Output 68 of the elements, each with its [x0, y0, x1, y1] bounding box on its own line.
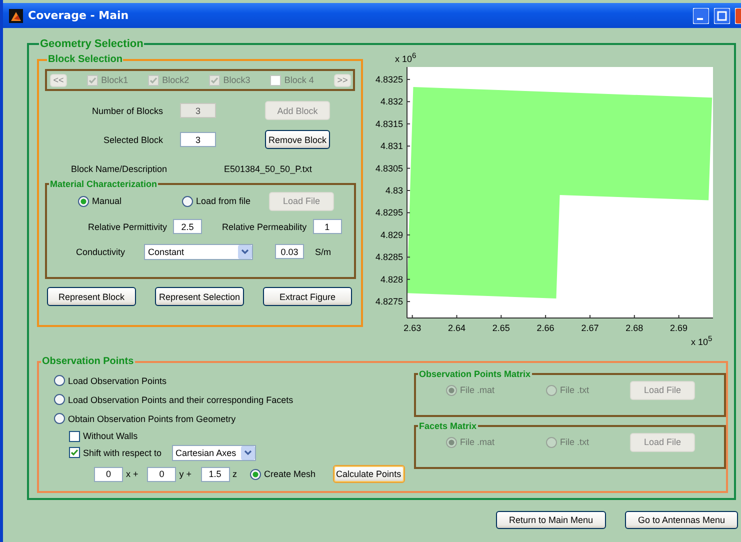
caret-icon [238, 244, 252, 258]
radio-button[interactable]: Load from file [182, 196, 269, 206]
radio-button[interactable]: Load Observation Points [54, 375, 167, 386]
close-button[interactable] [735, 8, 741, 24]
field-label: Conductivity [76, 246, 126, 256]
tick-label: 4.8285 [375, 252, 403, 262]
input-field[interactable]: 1.5 [200, 466, 230, 482]
tick-label: 4.832 [380, 96, 403, 107]
tick-label: 4.8295 [375, 208, 403, 218]
tick-label: 4.829 [380, 230, 403, 240]
panel-title: Geometry Selection [39, 38, 144, 50]
minimize-button[interactable] [693, 8, 709, 24]
maximize-button[interactable] [714, 8, 730, 24]
field-label: Relative Permittivity [88, 222, 168, 232]
app-icon [9, 8, 23, 22]
block-name: E501384_50_50_P.txt [224, 164, 312, 174]
tick-label: 2.65 [492, 323, 510, 333]
panel-title: Observation Points Matrix [418, 369, 532, 379]
input-field[interactable]: 0 [147, 466, 176, 482]
panel-title: Facets Matrix [418, 421, 478, 431]
tick-label: 2.66 [536, 323, 554, 333]
input-field[interactable]: 2.5 [173, 219, 202, 234]
field-label: y + [179, 469, 192, 479]
field-label: Number of Blocks [90, 106, 163, 116]
panel-title: Material Characterization [49, 179, 158, 189]
field-label: Block Name/Description [70, 164, 167, 174]
action-button[interactable]: Represent Selection [155, 287, 244, 306]
input-field[interactable]: 0.03 [275, 244, 304, 259]
menu-button[interactable]: Go to Antennas Menu [625, 511, 738, 529]
radio-button[interactable]: Load Observation Points and their corresponding Facets [54, 394, 294, 405]
radio-button[interactable]: Manual [78, 196, 182, 206]
field-label: x + [126, 469, 138, 479]
input-field[interactable]: 3 [180, 132, 216, 147]
action-button[interactable]: Extract Figure [263, 287, 352, 306]
tick-label: 2.64 [448, 323, 466, 333]
radio-button[interactable]: Create Mesh [250, 468, 316, 480]
axis-multiplier: x 10$^{6}$ [395, 51, 416, 64]
tick-label: 4.828 [380, 274, 403, 284]
radio-button[interactable]: Obtain Observation Points from Geometry [54, 413, 236, 424]
field-label: Selected Block [102, 134, 163, 144]
unit-label: S/m [315, 246, 332, 256]
tick-label: 2.67 [581, 323, 599, 333]
dropdown[interactable]: Constant [144, 244, 253, 260]
calculate-points-button[interactable]: Calculate Points [332, 465, 405, 483]
tick-label: 2.63 [404, 323, 422, 333]
tick-label: 4.83 [385, 186, 403, 196]
field-label: Relative Permeability [222, 222, 307, 232]
action-button[interactable]: Represent Block [47, 287, 136, 306]
axis-multiplier: x 10$^{5}$ [691, 334, 712, 347]
checkbox[interactable]: Shift with respect to [69, 447, 162, 458]
tick-label: 4.8275 [375, 296, 403, 307]
tick-label: 4.8305 [375, 163, 403, 174]
tick-label: 4.8325 [375, 74, 403, 84]
checkbox[interactable]: Without Walls [69, 430, 138, 442]
panel-title: Block Selection [47, 54, 124, 65]
tick-label: 2.69 [670, 323, 688, 333]
window-title: Coverage - Main [28, 9, 130, 22]
field-label: z [232, 469, 238, 479]
tick-label: 2.68 [626, 323, 644, 333]
menu-button[interactable]: Return to Main Menu [496, 511, 606, 529]
panel-title: Observation Points [41, 356, 135, 367]
tick-label: 4.8315 [375, 118, 403, 129]
input-field[interactable]: 0 [94, 466, 123, 482]
input-field[interactable]: 1 [312, 219, 342, 234]
dropdown[interactable]: Cartesian Axes [172, 444, 256, 460]
remove-block-button[interactable]: Remove Block [265, 130, 330, 149]
tick-label: 4.831 [380, 141, 403, 152]
caret-icon [240, 446, 255, 460]
